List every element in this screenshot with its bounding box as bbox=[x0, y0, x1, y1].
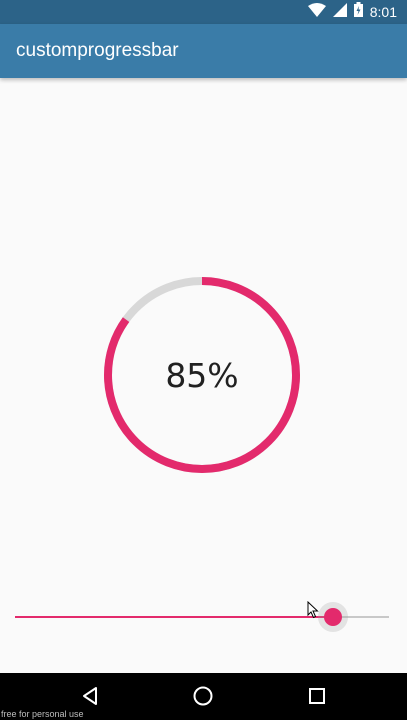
app-bar: customprogressbar bbox=[0, 24, 407, 78]
status-bar: 8:01 bbox=[0, 0, 407, 24]
cellular-icon bbox=[332, 2, 347, 22]
watermark-text: free for personal use bbox=[1, 709, 84, 719]
slider-track-filled[interactable] bbox=[15, 616, 333, 618]
slider-thumb[interactable] bbox=[323, 608, 342, 626]
wifi-icon bbox=[307, 2, 326, 22]
progress-percent-label: 85% bbox=[165, 355, 239, 395]
battery-icon bbox=[353, 2, 363, 22]
recents-icon[interactable] bbox=[305, 684, 329, 708]
progress-slider[interactable] bbox=[15, 602, 389, 632]
mouse-cursor-icon bbox=[307, 600, 319, 624]
home-icon[interactable] bbox=[191, 684, 215, 708]
status-time: 8:01 bbox=[369, 4, 397, 20]
back-icon[interactable] bbox=[78, 684, 102, 708]
app-title: customprogressbar bbox=[16, 40, 179, 61]
circular-progress: 85% bbox=[103, 276, 301, 474]
status-icons: 8:01 bbox=[307, 2, 397, 22]
